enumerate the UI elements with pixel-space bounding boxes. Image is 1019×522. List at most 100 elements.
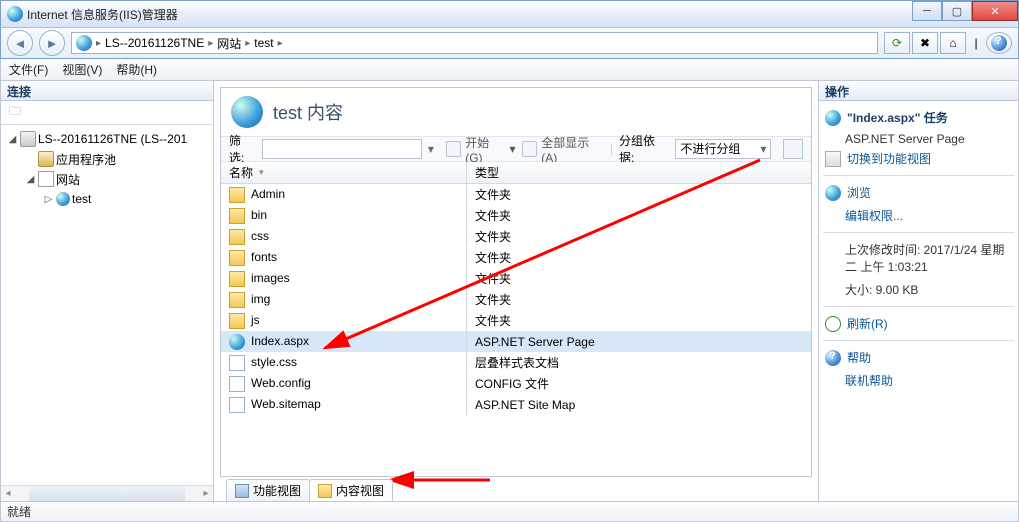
content-title: test 内容 [221,88,811,136]
filter-input[interactable] [262,139,422,159]
file-name: Web.config [251,376,311,390]
app-icon [7,6,23,22]
file-icon [229,271,245,287]
filter-label: 筛选: [229,132,256,166]
file-icon [229,250,245,266]
nav-forward-button[interactable]: ► [39,30,65,56]
status-text: 就绪 [7,503,31,520]
maximize-button[interactable]: ▢ [942,1,972,21]
filter-start[interactable]: 开始(G) ▾ [446,134,516,165]
actions-panel: 操作 "Index.aspx" 任务 ASP.NET Server Page 切… [818,81,1018,501]
help-button[interactable] [986,32,1012,54]
window-title: Internet 信息服务(IIS)管理器 [27,6,1018,23]
col-name[interactable]: 名称▾ [221,162,467,183]
actions-header: 操作 [819,81,1018,101]
tree-sites-node[interactable]: ◢ 网站 [5,169,213,189]
file-type: 文件夹 [467,205,811,226]
expander-icon[interactable]: ◢ [7,134,18,145]
table-row[interactable]: style.css层叠样式表文档 [221,352,811,373]
table-row[interactable]: Admin文件夹 [221,184,811,205]
file-icon [229,334,245,350]
action-edit-permissions[interactable]: 编辑权限... [823,205,1014,226]
status-bar: 就绪 [0,502,1019,522]
action-help[interactable]: 帮助 [823,347,1014,368]
chevron-right-icon: ▸ [96,38,101,49]
table-row[interactable]: Index.aspxASP.NET Server Page [221,331,811,352]
table-row[interactable]: img文件夹 [221,289,811,310]
action-online-help[interactable]: 联机帮助 [823,370,1014,391]
col-type[interactable]: 类型 [467,162,811,183]
menu-help[interactable]: 帮助(H) [116,61,157,78]
breadcrumb-sites[interactable]: 网站 [217,35,241,52]
tree-apppool-node[interactable]: 应用程序池 [5,149,213,169]
filter-options-button[interactable] [783,139,803,159]
view-tabs: 功能视图 内容视图 [220,477,812,501]
file-type: ASP.NET Site Map [467,396,811,414]
action-switch-feature[interactable]: 切换到功能视图 [823,148,1014,169]
content-panel: test 内容 筛选: ▾ 开始(G) ▾ 全部显示(A) | 分组依据: 不进… [214,81,818,501]
resize-grip-icon[interactable] [1000,505,1014,519]
action-refresh[interactable]: 刷新(R) [823,313,1014,334]
file-icon [229,376,245,392]
breadcrumb-server[interactable]: LS--20161126TNE [105,36,204,50]
site-icon [56,192,70,206]
tree-collapse-icon[interactable]: 🗀 [5,103,25,123]
menu-file[interactable]: 文件(F) [9,61,48,78]
nav-back-button[interactable]: ◄ [7,30,33,56]
file-type: 文件夹 [467,289,811,310]
filter-showall-label: 全部显示(A) [541,134,604,165]
chevron-right-icon: ▸ [208,38,213,49]
action-browse[interactable]: 浏览 [823,182,1014,203]
tree-test-label: test [72,192,91,206]
close-button[interactable]: ✕ [972,1,1018,21]
filter-showall[interactable]: 全部显示(A) [522,134,604,165]
breadcrumb-test[interactable]: test [254,36,273,50]
table-row[interactable]: css 文件夹 [221,226,811,247]
file-type: ASP.NET Server Page [467,333,811,351]
table-row[interactable]: images文件夹 [221,268,811,289]
menu-bar: 文件(F) 视图(V) 帮助(H) [0,59,1019,81]
chevron-right-icon: ▸ [245,38,250,49]
refresh-button[interactable]: ⟳ [884,32,910,54]
grid-header: 名称▾ 类型 [221,162,811,184]
file-icon [229,208,245,224]
sites-icon [38,171,54,187]
tree-refresh-icon[interactable] [29,103,49,123]
file-icon [229,355,245,371]
file-type: 文件夹 [467,226,811,247]
tab-content-view[interactable]: 内容视图 [309,479,393,501]
table-row[interactable]: bin文件夹 [221,205,811,226]
tree-test-node[interactable]: ▷ test [5,189,213,209]
breadcrumb[interactable]: ▸ LS--20161126TNE ▸ 网站 ▸ test ▸ [71,32,878,54]
file-name: Web.sitemap [251,397,321,411]
filter-dropdown-icon[interactable]: ▾ [428,142,440,156]
sort-caret-icon: ▾ [259,167,264,178]
expander-icon[interactable]: ◢ [25,174,36,185]
expander-icon[interactable]: ▷ [43,194,54,205]
grid-icon [825,151,841,167]
table-row[interactable]: Web.sitemap ASP.NET Site Map [221,394,811,415]
chevron-right-icon: ▸ [278,38,283,49]
stop-button[interactable]: ✖ [912,32,938,54]
menu-view[interactable]: 视图(V) [62,61,102,78]
action-last-modified: 上次修改时间: 2017/1/24 星期二 上午 1:03:21 [823,239,1014,277]
nav-separator: | [968,32,984,54]
minimize-button[interactable]: ─ [912,1,942,21]
group-select[interactable]: 不进行分组 [675,139,771,159]
tree-apppool-label: 应用程序池 [56,151,116,168]
table-row[interactable]: js文件夹 [221,310,811,331]
file-name: style.css [251,355,297,369]
showall-icon [522,141,538,157]
table-row[interactable]: fonts文件夹 [221,247,811,268]
content-grid: 名称▾ 类型 Admin文件夹bin文件夹css文件夹fonts文件夹image… [221,162,811,476]
left-scrollbar[interactable]: ◂▸ [1,485,213,501]
file-name: css [251,229,269,243]
connections-header: 连接 [1,81,213,101]
feature-view-icon [235,484,249,498]
tree-server-node[interactable]: ◢ LS--20161126TNE (LS--201 [5,129,213,149]
table-row[interactable]: Web.configCONFIG 文件 [221,373,811,394]
browse-icon [825,185,841,201]
tab-feature-view[interactable]: 功能视图 [226,479,310,501]
home-button[interactable]: ⌂ [940,32,966,54]
task-icon [825,110,841,126]
